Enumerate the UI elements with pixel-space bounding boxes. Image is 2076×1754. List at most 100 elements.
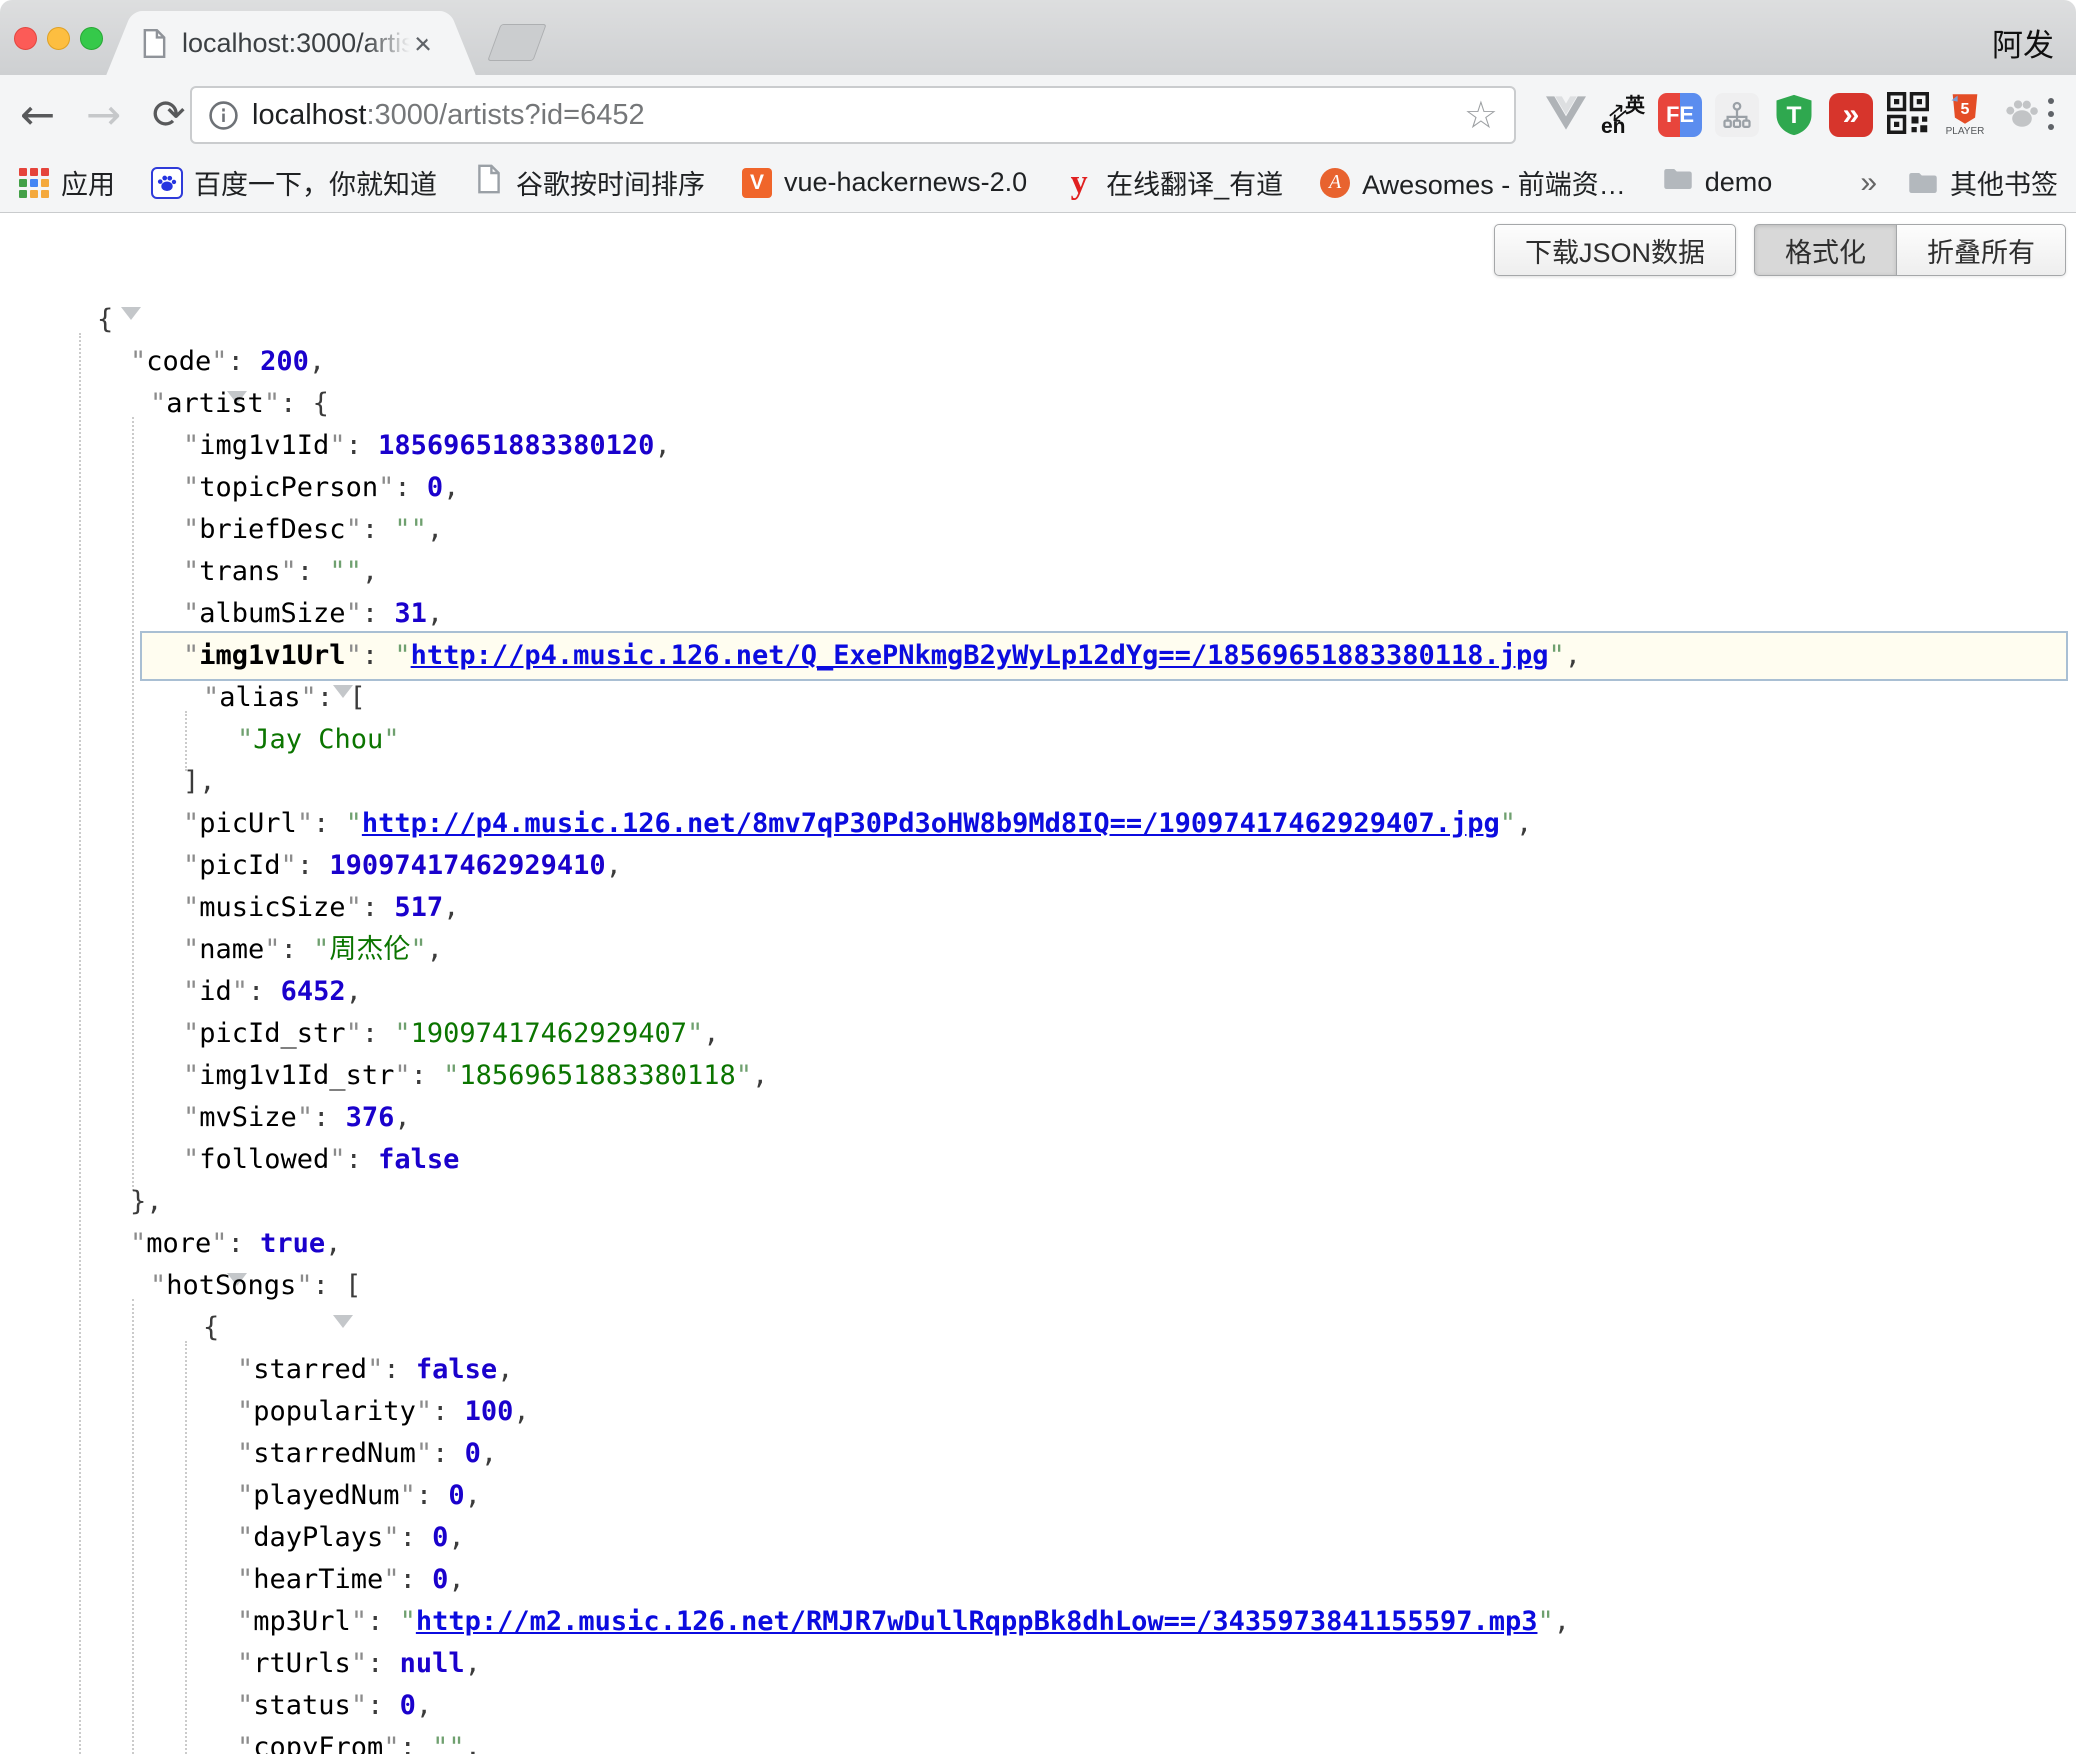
json-token-q: ": [150, 388, 166, 419]
json-token-n: 517: [394, 892, 443, 923]
bookmark-awesomes[interactable]: AAwesomes - 前端资…: [1319, 163, 1626, 202]
json-token-qs: ": [1549, 640, 1565, 671]
url-text: localhost:3000/artists?id=6452: [252, 99, 645, 132]
json-area: {"code": 200,"artist": {"img1v1Id": 1856…: [0, 299, 2076, 1754]
json-token-p: :: [367, 1690, 400, 1721]
json-link[interactable]: http://p4.music.126.net/8mv7qP30Pd3oHW8b…: [362, 808, 1500, 839]
sitemap-icon[interactable]: [1713, 85, 1761, 145]
collapse-all-button[interactable]: 折叠所有: [1897, 224, 2066, 276]
paw-icon[interactable]: [1998, 85, 2046, 145]
json-line: {: [0, 1307, 2076, 1349]
json-token-qs: ": [394, 1018, 410, 1049]
json-token-k: artist: [166, 388, 264, 419]
json-line-starredNum: "starredNum": 0,: [0, 1433, 2076, 1475]
collapse-triangle-icon[interactable]: [121, 307, 141, 351]
json-link[interactable]: http://p4.music.126.net/Q_ExePNkmgB2yWyL…: [411, 640, 1549, 671]
tab-close-icon[interactable]: ×: [414, 28, 432, 59]
shield-t-icon[interactable]: T: [1770, 85, 1818, 145]
json-token-q: ": [237, 1648, 253, 1679]
forward-button[interactable]: →: [86, 87, 121, 143]
json-token-p: :: [362, 598, 395, 629]
fastforward-icon[interactable]: »: [1827, 85, 1875, 145]
json-token-k: img1v1Id: [199, 430, 329, 461]
page-info-icon[interactable]: [208, 100, 239, 131]
bookmark-star-icon[interactable]: ☆: [1464, 93, 1498, 137]
browser-menu-button[interactable]: [2044, 94, 2058, 134]
browser-window: localhost:3000/artists?id=645 × 阿发 ← → ⟳…: [0, 0, 2076, 1754]
bookmark-folder[interactable]: demo: [1662, 167, 1773, 199]
vue-devtools-icon[interactable]: [1542, 85, 1590, 145]
json-token-k: picId: [199, 850, 280, 881]
json-token-p: :: [432, 1438, 465, 1469]
bookmark-baidu-paw[interactable]: 百度一下，你就知道: [151, 163, 437, 202]
browser-tab[interactable]: localhost:3000/artists?id=645 ×: [134, 11, 448, 76]
other-bookmarks-folder[interactable]: 其他书签: [1907, 163, 2058, 202]
json-token-s: 周杰伦: [329, 934, 410, 965]
translate-icon[interactable]: 英en⇄: [1599, 85, 1647, 145]
tab-strip: localhost:3000/artists?id=645 × 阿发: [0, 0, 2076, 75]
json-token-q: ": [183, 976, 199, 1007]
json-line-artist: "artist": {: [0, 383, 2076, 425]
profile-name[interactable]: 阿发: [1992, 20, 2054, 65]
json-token-p: :: [228, 346, 261, 377]
json-token-k: id: [199, 976, 232, 1007]
close-window-button[interactable]: [14, 27, 37, 50]
json-line: ],: [0, 761, 2076, 803]
vue-icon: V: [741, 167, 773, 199]
bookmark-vue[interactable]: Vvue-hackernews-2.0: [741, 167, 1027, 199]
json-token-p: ,: [1565, 640, 1581, 671]
reload-button[interactable]: ⟳: [152, 87, 186, 143]
bookmarks-overflow-chevron[interactable]: »: [1860, 166, 1877, 200]
json-token-p: ,: [497, 1354, 513, 1385]
json-token-qs: ": [400, 1606, 416, 1637]
json-token-n: 100: [465, 1396, 514, 1427]
json-link[interactable]: http://m2.music.126.net/RMJR7wDullRqppBk…: [416, 1606, 1538, 1637]
json-token-qs: ": [1537, 1606, 1553, 1637]
json-line-img1v1Url: "img1v1Url": "http://p4.music.126.net/Q_…: [0, 635, 2076, 677]
apps-grid-icon: [18, 167, 50, 199]
download-json-button[interactable]: 下载JSON数据: [1494, 224, 1736, 276]
fe-icon[interactable]: FE: [1656, 85, 1704, 145]
json-token-n: 200: [260, 346, 309, 377]
bookmark-youdao[interactable]: y在线翻译_有道: [1063, 163, 1283, 202]
bookmark-page[interactable]: 谷歌按时间排序: [473, 163, 705, 202]
json-line-mp3Url: "mp3Url": "http://m2.music.126.net/RMJR7…: [0, 1601, 2076, 1643]
collapse-triangle-icon[interactable]: [333, 1315, 353, 1359]
format-button[interactable]: 格式化: [1754, 224, 1897, 276]
folder-icon: [1907, 167, 1939, 199]
address-bar[interactable]: localhost:3000/artists?id=6452 ☆: [190, 86, 1516, 144]
json-token-qs: ": [313, 934, 329, 965]
json-token-q: ": [237, 1354, 253, 1385]
json-token-qs: ": [687, 1018, 703, 1049]
json-token-qs: ": [346, 808, 362, 839]
json-token-p: ,: [703, 1018, 719, 1049]
qrcode-icon[interactable]: [1884, 85, 1932, 145]
json-token-p: {: [97, 304, 113, 335]
json-token-qs: ": [736, 1060, 752, 1091]
svg-text:T: T: [1787, 102, 1802, 129]
minimize-window-button[interactable]: [47, 27, 70, 50]
json-token-k: name: [199, 934, 264, 965]
new-tab-button[interactable]: [487, 24, 546, 61]
json-token-q: ": [211, 346, 227, 377]
json-token-p: :: [281, 934, 314, 965]
json-token-p: ,: [309, 346, 325, 377]
json-token-q: ": [329, 1144, 345, 1175]
bookmarks-bar: 应用百度一下，你就知道谷歌按时间排序 Vvue-hackernews-2.0 y在线…: [0, 155, 2076, 213]
html5-player-icon[interactable]: 5PLAYER: [1941, 85, 1989, 145]
json-token-p: :: [416, 1480, 449, 1511]
json-token-q: ": [383, 1564, 399, 1595]
json-token-p: :: [248, 976, 281, 1007]
json-token-p: :: [400, 1564, 433, 1595]
json-line-id: "id": 6452,: [0, 971, 2076, 1013]
maximize-window-button[interactable]: [80, 27, 103, 50]
json-line-rtUrls: "rtUrls": null,: [0, 1643, 2076, 1685]
json-token-k: musicSize: [199, 892, 345, 923]
back-button[interactable]: ←: [20, 87, 55, 143]
bookmark-apps-grid[interactable]: 应用: [18, 163, 115, 202]
json-line-playedNum: "playedNum": 0,: [0, 1475, 2076, 1517]
awesomes-icon: A: [1319, 167, 1351, 199]
json-line-trans: "trans": "",: [0, 551, 2076, 593]
json-line-starred: "starred": false,: [0, 1349, 2076, 1391]
json-token-p: },: [130, 1186, 163, 1217]
